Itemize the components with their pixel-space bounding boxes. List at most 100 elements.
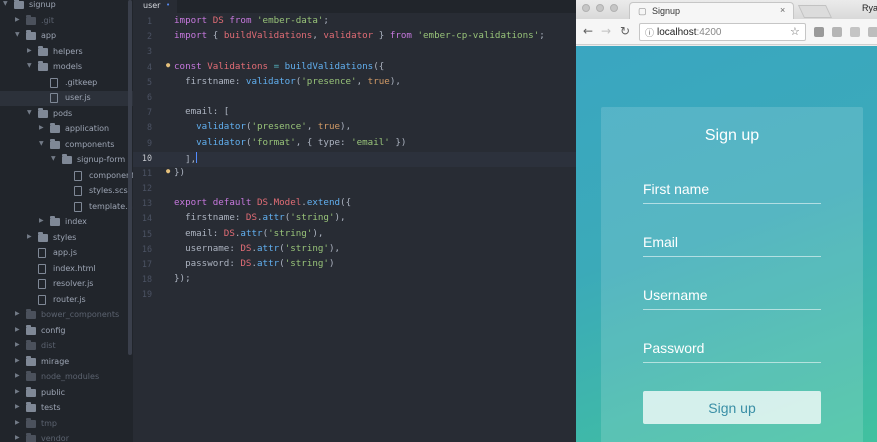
chevron-right-icon[interactable]: ▶ xyxy=(15,326,23,333)
code-line[interactable]: 4 ● const Validations = buildValidations({ xyxy=(133,61,576,76)
tree-item[interactable]: ▶ public xyxy=(0,386,133,401)
code-line[interactable]: 7 email: [ xyxy=(133,106,576,121)
window-close-icon[interactable] xyxy=(582,4,590,12)
tree-item[interactable]: ▼ pods xyxy=(0,107,133,122)
first-name-field[interactable] xyxy=(643,176,821,204)
pocket-extension-icon[interactable] xyxy=(814,27,824,37)
code-line[interactable]: 11 ●}) xyxy=(133,167,576,182)
email-field[interactable] xyxy=(643,229,821,257)
tree-item[interactable]: ▶ helpers xyxy=(0,45,133,60)
tree-item[interactable]: resolver.js xyxy=(0,277,133,292)
tree-item[interactable]: ▶ dist xyxy=(0,339,133,354)
tree-item[interactable]: ▼ signup-form xyxy=(0,153,133,168)
code-line[interactable]: 13 export default DS.Model.extend({ xyxy=(133,197,576,212)
back-icon[interactable]: ← xyxy=(583,24,593,38)
chevron-down-icon[interactable]: ▼ xyxy=(39,140,47,147)
code-lines[interactable]: 1 import DS from 'ember-data'; 2 import { b… xyxy=(133,15,576,304)
tree-item[interactable]: template.hb xyxy=(0,200,133,215)
chevron-right-icon[interactable]: ▶ xyxy=(15,310,23,317)
tree-item[interactable]: ▼ components xyxy=(0,138,133,153)
email-input[interactable] xyxy=(643,229,821,255)
window-zoom-icon[interactable] xyxy=(610,4,618,12)
chevron-right-icon[interactable]: ▶ xyxy=(39,217,47,224)
code-line[interactable]: 8 validator('presence', true), xyxy=(133,121,576,136)
fold-marker-icon[interactable]: ● xyxy=(166,61,170,69)
code-line[interactable]: 9 validator('format', { type: 'email' }) xyxy=(133,137,576,152)
chevron-right-icon[interactable]: ▶ xyxy=(15,357,23,364)
tree-item[interactable]: ▶ mirage xyxy=(0,355,133,370)
code-line[interactable]: 17 password: DS.attr('string') xyxy=(133,258,576,273)
tree-item[interactable]: ▶ tests xyxy=(0,401,133,416)
code-line[interactable]: 10 ], xyxy=(133,151,576,167)
tree-item[interactable]: router.js xyxy=(0,293,133,308)
chevron-right-icon[interactable]: ▶ xyxy=(15,403,23,410)
tree-item[interactable]: ▶ vendor xyxy=(0,432,133,442)
fold-marker-icon[interactable]: ● xyxy=(166,167,170,175)
tree-item[interactable]: ▶ .git xyxy=(0,14,133,29)
code-line[interactable]: 16 username: DS.attr('string'), xyxy=(133,243,576,258)
code-editor[interactable]: user • 1 import DS from 'ember-data'; 2 imp… xyxy=(133,0,576,442)
username-input[interactable] xyxy=(643,282,821,308)
tab-close-icon[interactable]: × xyxy=(780,5,785,15)
tree-item[interactable]: ▶ config xyxy=(0,324,133,339)
chevron-right-icon[interactable]: ▶ xyxy=(15,341,23,348)
password-input[interactable] xyxy=(643,335,821,361)
tree-item[interactable]: styles.scss xyxy=(0,184,133,199)
chevron-down-icon[interactable]: ▼ xyxy=(51,155,59,162)
address-bar[interactable]: ⓘ localhost:4200 ☆ xyxy=(639,23,806,41)
code-line[interactable]: 6 xyxy=(133,91,576,106)
tree-item[interactable]: ▼ signup xyxy=(0,0,133,13)
chevron-right-icon[interactable]: ▶ xyxy=(39,124,47,131)
chevron-right-icon[interactable]: ▶ xyxy=(15,434,23,441)
tree-item[interactable]: app.js xyxy=(0,246,133,261)
tree-view-scrollbar[interactable] xyxy=(128,0,132,355)
first-name-input[interactable] xyxy=(643,176,821,202)
chevron-right-icon[interactable]: ▶ xyxy=(15,388,23,395)
new-tab-button[interactable] xyxy=(797,5,833,18)
bookmark-star-icon[interactable]: ☆ xyxy=(790,25,800,38)
code-line[interactable]: 12 xyxy=(133,182,576,197)
tree-item[interactable]: ▶ bower_components xyxy=(0,308,133,323)
chevron-down-icon[interactable]: ▼ xyxy=(27,109,35,116)
tree-item[interactable]: ▶ styles xyxy=(0,231,133,246)
code-line[interactable]: 1 import DS from 'ember-data'; xyxy=(133,15,576,30)
tree-item[interactable]: ▶ tmp xyxy=(0,417,133,432)
password-field[interactable] xyxy=(643,335,821,363)
code-line[interactable]: 19 xyxy=(133,288,576,303)
browser-tab-signup[interactable]: ▢ Signup × xyxy=(629,2,794,19)
chevron-right-icon[interactable]: ▶ xyxy=(27,233,35,240)
chevron-right-icon[interactable]: ▶ xyxy=(27,47,35,54)
chevron-right-icon[interactable]: ▶ xyxy=(15,16,23,23)
tree-item[interactable]: ▶ application xyxy=(0,122,133,137)
code-line[interactable]: 14 firstname: DS.attr('string'), xyxy=(133,212,576,227)
page-info-icon[interactable]: ⓘ xyxy=(645,26,654,39)
code-line[interactable]: 15 email: DS.attr('string'), xyxy=(133,228,576,243)
chevron-right-icon[interactable]: ▶ xyxy=(15,419,23,426)
extension-icon[interactable] xyxy=(868,27,877,37)
chevron-down-icon[interactable]: ▼ xyxy=(27,62,35,69)
code-line[interactable]: 2 import { buildValidations, validator } … xyxy=(133,30,576,45)
tree-item[interactable]: component. xyxy=(0,169,133,184)
code-line[interactable]: 18}); xyxy=(133,273,576,288)
extension-icon[interactable] xyxy=(832,27,842,37)
tree-item[interactable]: index.html xyxy=(0,262,133,277)
signup-button[interactable]: Sign up xyxy=(643,391,821,424)
extension-icon[interactable] xyxy=(850,27,860,37)
profile-name[interactable]: Rya xyxy=(862,3,877,13)
reload-icon[interactable]: ↻ xyxy=(620,24,630,38)
chevron-down-icon[interactable]: ▼ xyxy=(15,31,23,38)
chevron-down-icon[interactable]: ▼ xyxy=(3,0,11,7)
tree-item[interactable]: ▶ index xyxy=(0,215,133,230)
username-field[interactable] xyxy=(643,282,821,310)
tree-item[interactable]: ▼ app xyxy=(0,29,133,44)
forward-icon[interactable]: → xyxy=(601,24,611,38)
code-line[interactable]: 3 xyxy=(133,45,576,60)
editor-tab-user[interactable]: user • xyxy=(133,0,177,13)
chevron-right-icon[interactable]: ▶ xyxy=(15,372,23,379)
tree-item[interactable]: ▶ node_modules xyxy=(0,370,133,385)
tree-item[interactable]: ▼ models xyxy=(0,60,133,75)
code-line[interactable]: 5 firstname: validator('presence', true)… xyxy=(133,76,576,91)
tree-item[interactable]: user.js xyxy=(0,91,133,106)
tree-item[interactable]: .gitkeep xyxy=(0,76,133,91)
window-minimize-icon[interactable] xyxy=(596,4,604,12)
